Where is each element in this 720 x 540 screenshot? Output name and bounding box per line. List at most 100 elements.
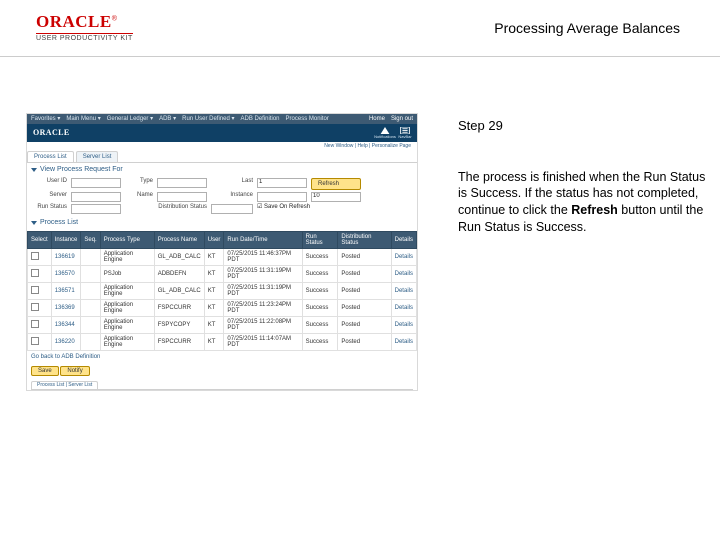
table-cell: Application Engine <box>100 334 154 351</box>
navbar-icon[interactable]: NavBar <box>399 127 411 139</box>
label-server: Server <box>31 192 67 202</box>
crumb-favorites[interactable]: Favorites ▾ <box>31 116 60 122</box>
crumb-monitor[interactable]: Process Monitor <box>286 116 329 122</box>
th-seq: Seq. <box>81 232 100 249</box>
table-cell[interactable]: Details <box>391 300 416 317</box>
table-cell: KT <box>204 300 224 317</box>
collapse-icon[interactable] <box>31 168 37 172</box>
table-cell[interactable] <box>28 334 52 351</box>
footer-tabs[interactable]: Process List | Server List <box>31 381 98 389</box>
input-instance-to[interactable]: 10 <box>311 192 361 202</box>
table-cell: 136220 <box>51 334 81 351</box>
table-cell: 07/25/2015 11:31:19PM PDT <box>224 283 302 300</box>
collapse-icon[interactable] <box>31 221 37 225</box>
crumb-def[interactable]: ADB Definition <box>240 116 279 122</box>
row-checkbox[interactable] <box>31 303 39 311</box>
notify-button[interactable]: Notify <box>60 366 89 376</box>
notifications-icon[interactable]: Notifications <box>379 127 391 139</box>
row-checkbox[interactable] <box>31 337 39 345</box>
table-header-row: Select Instance Seq. Process Type Proces… <box>28 232 417 249</box>
table-cell: 07/25/2015 11:31:19PM PDT <box>224 266 302 283</box>
table-cell: Success <box>302 266 338 283</box>
th-rundate: Run Date/Time <box>224 232 302 249</box>
table-cell[interactable]: Details <box>391 266 416 283</box>
table-cell: Success <box>302 249 338 266</box>
refresh-button[interactable]: Refresh <box>311 178 361 190</box>
input-dist-status[interactable] <box>211 204 253 214</box>
table-cell: PSJob <box>100 266 154 283</box>
table-row: 136344Application EngineFSPYCOPYKT07/25/… <box>28 317 417 334</box>
row-checkbox[interactable] <box>31 269 39 277</box>
table-cell: Posted <box>338 317 391 334</box>
table-cell[interactable] <box>28 300 52 317</box>
table-cell: Application Engine <box>100 249 154 266</box>
table-cell[interactable]: Details <box>391 249 416 266</box>
input-run-status[interactable] <box>71 204 121 214</box>
crumb-main-menu[interactable]: Main Menu ▾ <box>66 116 100 122</box>
tab-server-list[interactable]: Server List <box>76 151 119 162</box>
table-cell: KT <box>204 266 224 283</box>
th-ptype: Process Type <box>100 232 154 249</box>
table-cell[interactable]: Details <box>391 334 416 351</box>
oracle-logo: ORACLE <box>36 12 112 31</box>
row-checkbox[interactable] <box>31 252 39 260</box>
brand-logo: ORACLE <box>33 129 70 137</box>
table-row: 136571Application EngineGL_ADB_CALCKT07/… <box>28 283 417 300</box>
input-server[interactable] <box>71 192 121 202</box>
page: ORACLE® USER PRODUCTIVITY KIT Processing… <box>0 0 720 540</box>
label-type: Type <box>125 178 153 190</box>
table-cell: 07/25/2015 11:23:24PM PDT <box>224 300 302 317</box>
table-cell <box>81 334 100 351</box>
input-type[interactable] <box>157 178 207 188</box>
save-on-refresh-check[interactable]: ☑ Save On Refresh <box>257 204 361 214</box>
label-name: Name <box>125 192 153 202</box>
table-cell[interactable] <box>28 249 52 266</box>
process-table: Select Instance Seq. Process Type Proces… <box>27 231 417 351</box>
window-links[interactable]: New Window | Help | Personalize Page <box>27 142 417 151</box>
tab-process-list[interactable]: Process List <box>27 151 74 162</box>
app-bar: ORACLE Notifications NavBar <box>27 124 417 142</box>
go-back-link[interactable]: Go back to ADB Definition <box>27 351 417 363</box>
crumb-run[interactable]: Run User Defined ▾ <box>182 116 234 122</box>
crumb-adb[interactable]: ADB ▾ <box>159 116 176 122</box>
table-cell[interactable] <box>28 283 52 300</box>
input-name[interactable] <box>157 192 207 202</box>
table-cell[interactable] <box>28 266 52 283</box>
crumb-gl[interactable]: General Ledger ▾ <box>107 116 153 122</box>
row-checkbox[interactable] <box>31 286 39 294</box>
instruction-text: The process is finished when the Run Sta… <box>458 169 708 237</box>
table-cell: Success <box>302 317 338 334</box>
row-checkbox[interactable] <box>31 320 39 328</box>
instruction-pane: Step 29 The process is finished when the… <box>446 57 720 236</box>
table-cell[interactable] <box>28 317 52 334</box>
input-last[interactable]: 1 <box>257 178 307 188</box>
table-cell: ADBDEFN <box>154 266 204 283</box>
signout-link[interactable]: Sign out <box>391 116 413 122</box>
upk-subtitle: USER PRODUCTIVITY KIT <box>36 33 133 42</box>
table-cell: Posted <box>338 283 391 300</box>
th-runstatus: Run Status <box>302 232 338 249</box>
table-cell: 07/25/2015 11:46:37PM PDT <box>224 249 302 266</box>
table-cell: Application Engine <box>100 300 154 317</box>
table-cell: 136570 <box>51 266 81 283</box>
table-cell: Posted <box>338 334 391 351</box>
table-cell: Posted <box>338 249 391 266</box>
label-run-status: Run Status <box>31 204 67 214</box>
process-list-heading: Process List <box>27 216 417 229</box>
table-cell: Success <box>302 283 338 300</box>
home-link[interactable]: Home <box>369 116 385 122</box>
table-cell: Application Engine <box>100 283 154 300</box>
table-cell[interactable]: Details <box>391 317 416 334</box>
table-cell <box>81 283 100 300</box>
table-row: 136570 PSJobADBDEFNKT07/25/2015 11:31:19P… <box>28 266 417 283</box>
table-cell[interactable]: Details <box>391 283 416 300</box>
screenshot-pane: Favorites ▾ Main Menu ▾ General Ledger ▾… <box>0 57 446 391</box>
table-cell: FSPYCOPY <box>154 317 204 334</box>
table-cell: Posted <box>338 266 391 283</box>
table-cell <box>81 266 100 283</box>
save-button[interactable]: Save <box>31 366 59 376</box>
table-cell: 136344 <box>51 317 81 334</box>
table-cell: FSPCCURR <box>154 300 204 317</box>
input-user[interactable] <box>71 178 121 188</box>
input-instance[interactable] <box>257 192 307 202</box>
